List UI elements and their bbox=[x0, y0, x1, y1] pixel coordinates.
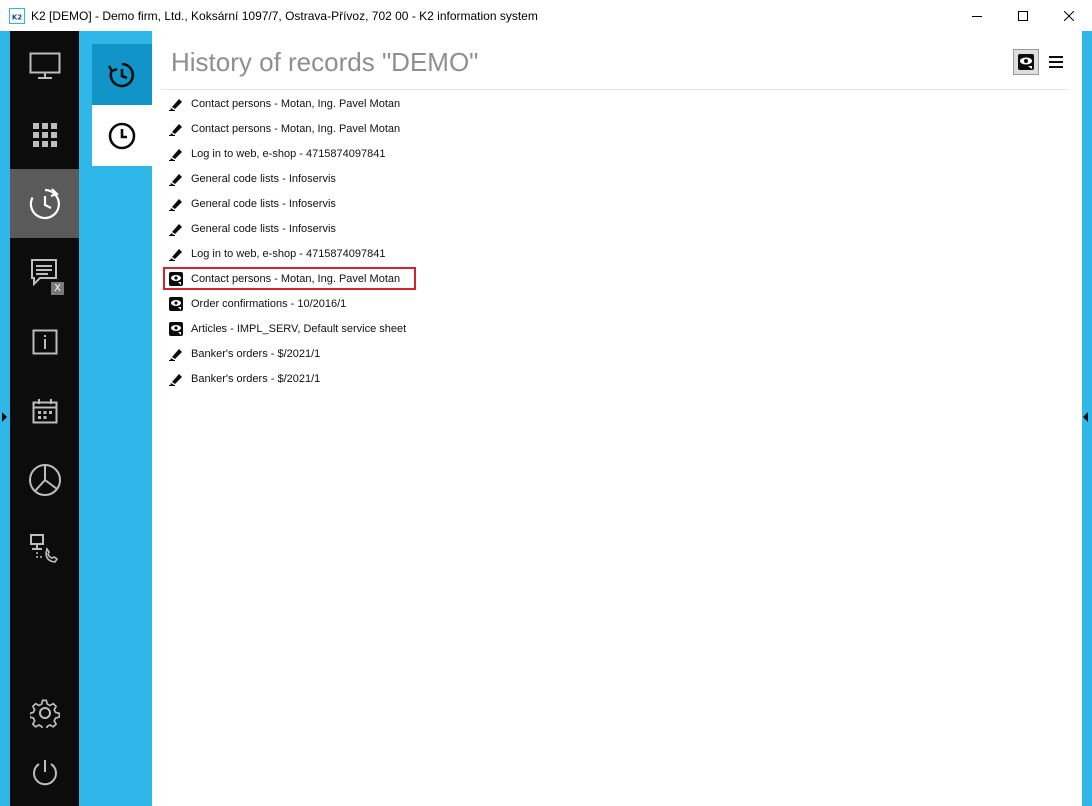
rail-item-calendar[interactable] bbox=[10, 376, 79, 445]
tab-recent[interactable] bbox=[92, 105, 152, 166]
collapse-right-arrow-icon[interactable] bbox=[1083, 412, 1088, 422]
history-record-label: Contact persons - Motan, Ing. Pavel Mota… bbox=[191, 97, 401, 110]
history-record-label: Contact persons - Motan, Ing. Pavel Mota… bbox=[191, 122, 401, 135]
history-record-row[interactable]: General code lists - Infoservis bbox=[169, 166, 1069, 191]
k2-app-icon: K2 bbox=[9, 7, 25, 24]
network-phone-icon bbox=[29, 533, 58, 563]
history-record-row[interactable]: General code lists - Infoservis bbox=[169, 216, 1069, 241]
clock-icon bbox=[108, 122, 136, 149]
history-record-label: Articles - IMPL_SERV, Default service sh… bbox=[191, 322, 407, 335]
history-record-row[interactable]: Contact persons - Motan, Ing. Pavel Mota… bbox=[169, 91, 1069, 116]
history-record-label: Contact persons - Motan, Ing. Pavel Mota… bbox=[191, 272, 401, 285]
history-record-row[interactable]: Contact persons - Motan, Ing. Pavel Mota… bbox=[163, 266, 1069, 291]
rail-item-apps[interactable] bbox=[10, 100, 79, 169]
history-record-row[interactable]: Order confirmations - 10/2016/1 bbox=[169, 291, 1069, 316]
view-mode-button[interactable] bbox=[1013, 49, 1039, 75]
history-clock-icon bbox=[29, 187, 60, 219]
power-icon bbox=[32, 759, 57, 785]
history-record-row[interactable]: Contact persons - Motan, Ing. Pavel Mota… bbox=[169, 116, 1069, 141]
history-record-label: Log in to web, e-shop - 4715874097841 bbox=[191, 147, 386, 160]
rail-item-power[interactable] bbox=[10, 738, 79, 806]
minimize-button[interactable] bbox=[954, 0, 1000, 31]
rail-item-history[interactable] bbox=[10, 169, 79, 238]
apps-grid-icon bbox=[32, 122, 57, 147]
history-subnav bbox=[92, 44, 152, 806]
close-button[interactable] bbox=[1046, 0, 1092, 31]
edit-pen-icon bbox=[169, 147, 183, 161]
rail-item-analytics[interactable] bbox=[10, 445, 79, 514]
app-icon-text: K2 bbox=[12, 13, 22, 21]
hamburger-menu-icon bbox=[1049, 56, 1063, 68]
minimize-icon bbox=[972, 15, 982, 17]
header-divider bbox=[161, 89, 1069, 90]
main-navigation-rail: X bbox=[10, 31, 79, 806]
edit-pen-icon bbox=[169, 172, 183, 186]
history-record-row[interactable]: Log in to web, e-shop - 4715874097841 bbox=[169, 241, 1069, 266]
edit-pen-icon bbox=[169, 122, 183, 136]
history-record-label: Order confirmations - 10/2016/1 bbox=[191, 297, 347, 310]
pie-chart-icon bbox=[28, 463, 61, 496]
rail-item-connectivity[interactable] bbox=[10, 514, 79, 583]
history-record-label: Banker's orders - $/2021/1 bbox=[191, 347, 321, 360]
history-record-row[interactable]: Banker's orders - $/2021/1 bbox=[169, 366, 1069, 391]
edit-pen-icon bbox=[169, 197, 183, 211]
main-panel: History of records "DEMO" Contact person… bbox=[152, 31, 1082, 806]
view-eye-icon bbox=[169, 321, 183, 336]
history-record-row[interactable]: Banker's orders - $/2021/1 bbox=[169, 341, 1069, 366]
history-icon bbox=[108, 62, 135, 87]
rail-item-settings[interactable] bbox=[10, 678, 79, 747]
rail-item-info[interactable] bbox=[10, 307, 79, 376]
edit-pen-icon bbox=[169, 372, 183, 386]
tab-history[interactable] bbox=[92, 44, 152, 105]
page-title: History of records "DEMO" bbox=[171, 47, 479, 77]
view-eye-icon bbox=[169, 271, 183, 286]
info-icon bbox=[32, 329, 57, 354]
view-eye-icon bbox=[1018, 54, 1034, 70]
edit-pen-icon bbox=[169, 222, 183, 236]
history-record-row[interactable]: General code lists - Infoservis bbox=[169, 191, 1069, 216]
maximize-button[interactable] bbox=[1000, 0, 1046, 31]
history-record-label: General code lists - Infoservis bbox=[191, 172, 336, 185]
rail-item-desktop[interactable] bbox=[10, 31, 79, 100]
monitor-icon bbox=[29, 52, 60, 79]
menu-button[interactable] bbox=[1043, 49, 1069, 75]
history-record-label: General code lists - Infoservis bbox=[191, 222, 336, 235]
calendar-icon bbox=[32, 398, 57, 423]
history-record-list: Contact persons - Motan, Ing. Pavel Mota… bbox=[163, 91, 1069, 391]
view-eye-icon bbox=[169, 296, 183, 311]
history-record-row[interactable]: Articles - IMPL_SERV, Default service sh… bbox=[169, 316, 1069, 341]
messages-badge: X bbox=[51, 282, 64, 295]
window-controls bbox=[954, 0, 1092, 31]
history-record-label: General code lists - Infoservis bbox=[191, 197, 336, 210]
edit-pen-icon bbox=[169, 97, 183, 111]
close-icon bbox=[1064, 10, 1074, 21]
window-title: K2 [DEMO] - Demo firm, Ltd., Koksární 10… bbox=[31, 8, 538, 23]
history-record-label: Banker's orders - $/2021/1 bbox=[191, 372, 321, 385]
window-titlebar: K2 K2 [DEMO] - Demo firm, Ltd., Koksární… bbox=[0, 0, 1092, 31]
history-record-label: Log in to web, e-shop - 4715874097841 bbox=[191, 247, 386, 260]
history-record-row[interactable]: Log in to web, e-shop - 4715874097841 bbox=[169, 141, 1069, 166]
edit-pen-icon bbox=[169, 347, 183, 361]
edit-pen-icon bbox=[169, 247, 183, 261]
settings-gear-icon bbox=[29, 699, 60, 728]
collapse-left-arrow-icon[interactable] bbox=[2, 412, 7, 422]
maximize-icon bbox=[1018, 10, 1028, 21]
rail-item-messages[interactable]: X bbox=[10, 238, 79, 307]
